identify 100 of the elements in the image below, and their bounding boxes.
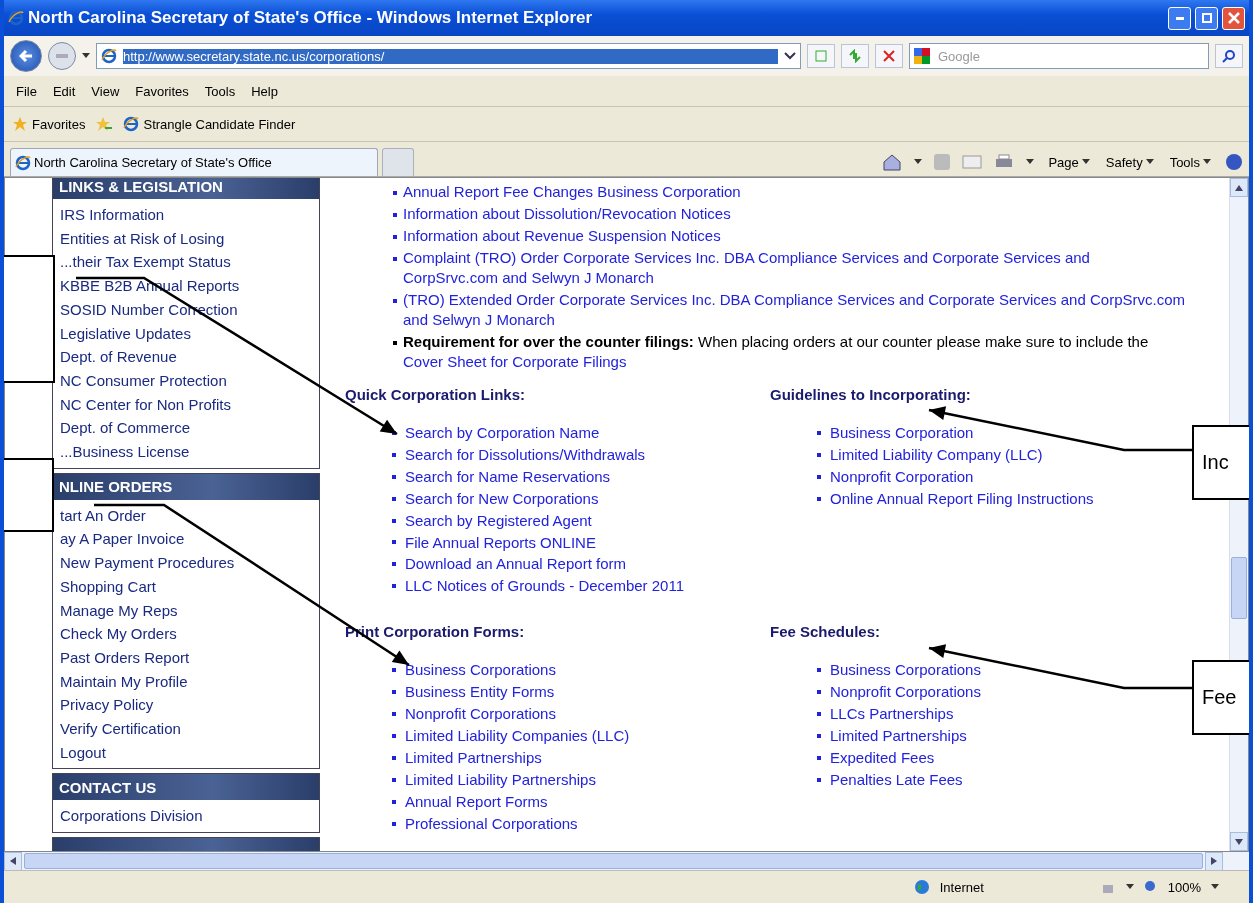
favorite-link[interactable]: Strangle Candidate Finder xyxy=(121,114,298,134)
scroll-left-icon[interactable] xyxy=(10,857,16,865)
menu-item[interactable]: View xyxy=(85,81,126,101)
section-link[interactable]: Download an Annual Report form xyxy=(405,553,626,576)
sidebar-link[interactable]: Entities at Risk of Losing xyxy=(60,226,225,251)
menu-item[interactable]: Help xyxy=(245,81,284,101)
search-field[interactable]: Google xyxy=(909,43,1209,69)
command-menu[interactable]: Page xyxy=(1046,154,1092,170)
back-button[interactable] xyxy=(10,40,42,72)
command-menu[interactable]: Safety xyxy=(1103,154,1156,170)
print-icon[interactable] xyxy=(994,154,1015,170)
search-button[interactable] xyxy=(1215,44,1243,68)
notice-link[interactable]: Information about Revenue Suspension Notices xyxy=(403,226,721,246)
section-link[interactable]: Search for New Corporations xyxy=(405,487,599,510)
sidebar-link[interactable]: tart An Order xyxy=(60,503,146,528)
menu-item[interactable]: Favorites xyxy=(129,81,195,101)
sidebar-link[interactable]: Privacy Policy xyxy=(60,693,154,718)
protected-mode-caret-icon[interactable] xyxy=(1125,884,1134,890)
section-link[interactable]: Business Corporations xyxy=(405,659,556,682)
refresh-button[interactable] xyxy=(841,44,869,68)
section-link[interactable]: Search by Registered Agent xyxy=(405,509,592,532)
bullet-icon xyxy=(392,540,396,545)
sidebar-link[interactable]: Dept. of Commerce xyxy=(60,416,191,441)
browser-tab[interactable]: North Carolina Secretary of State's Office xyxy=(10,148,378,176)
notice-text: Requirement for over the counter filings: When placing orders at our counter please make sure to include the Cover Sheet for Corporate Filings xyxy=(403,332,1150,372)
menu-item[interactable]: File xyxy=(10,81,43,101)
section-link[interactable]: Business Corporation xyxy=(830,422,974,444)
sidebar-link[interactable]: IRS Information xyxy=(60,203,165,227)
horizontal-scrollbar[interactable] xyxy=(4,852,1249,870)
sidebar-link[interactable]: Past Orders Report xyxy=(60,645,190,670)
scroll-up-icon[interactable] xyxy=(1235,184,1243,191)
bullet-icon xyxy=(817,777,821,782)
menu-item[interactable]: Edit xyxy=(46,81,82,101)
close-icon xyxy=(1227,12,1240,24)
section-link[interactable]: Limited Liability Partnerships xyxy=(405,768,596,791)
section-link[interactable]: Penalties Late Fees xyxy=(830,768,963,791)
sidebar-link[interactable]: Verify Certification xyxy=(60,717,181,741)
section-link[interactable]: Expedited Fees xyxy=(830,746,935,769)
sidebar-link[interactable]: NC Center for Non Profits xyxy=(60,392,231,417)
sidebar-link[interactable]: Maintain My Profile xyxy=(60,669,188,694)
sidebar-link[interactable]: New Payment Procedures xyxy=(60,551,235,575)
notice-link[interactable]: Complaint (TRO) Order Corporate Services Inc. DBA Compliance Services and Corporate Services and CorpSrvc.com and Selwyn J Monarch xyxy=(403,248,1189,288)
forward-button[interactable] xyxy=(48,42,76,70)
section-link[interactable]: Nonprofit Corporation xyxy=(830,465,974,488)
section-link[interactable]: Limited Partnerships xyxy=(405,746,542,769)
section-link[interactable]: LLC Notices of Grounds - December 2011 xyxy=(405,575,685,598)
sidebar-link[interactable]: Dept. of Revenue xyxy=(60,345,177,369)
notice-link[interactable]: Annual Report Fee Changes Business Corporation xyxy=(403,182,741,202)
section-link[interactable]: Search for Name Reservations xyxy=(405,465,611,488)
scrollbar-thumb[interactable] xyxy=(1231,557,1247,619)
section-link[interactable]: Business Entity Forms xyxy=(405,681,555,704)
bullet-icon xyxy=(392,777,396,782)
sidebar-link[interactable]: ...their Tax Exempt Status xyxy=(60,250,231,275)
sidebar-link[interactable]: Logout xyxy=(60,740,106,765)
bullet-icon xyxy=(393,213,397,217)
section-link[interactable]: LLCs Partnerships xyxy=(830,703,954,725)
bullet-icon xyxy=(817,474,821,479)
sidebar-link[interactable]: NC Consumer Protection xyxy=(60,368,227,393)
scrollbar-thumb[interactable] xyxy=(24,853,1203,869)
section-link[interactable]: Business Corporations xyxy=(830,659,981,682)
close-button[interactable] xyxy=(1222,6,1245,30)
scroll-right-icon[interactable] xyxy=(1211,857,1217,865)
sidebar-link[interactable]: Check My Orders xyxy=(60,622,177,646)
address-bar[interactable]: http://www.secretary.state.nc.us/corporations/ xyxy=(96,43,801,69)
sidebar-link[interactable]: ...Business License xyxy=(60,440,190,464)
scroll-down-icon[interactable] xyxy=(1235,838,1243,845)
sidebar-link[interactable]: Shopping Cart xyxy=(60,574,156,599)
section-link[interactable]: Online Annual Report Filing Instructions xyxy=(830,487,1094,510)
section-link[interactable]: Search by Corporation Name xyxy=(405,422,600,444)
menu-item[interactable]: Tools xyxy=(198,81,242,101)
print-caret-icon[interactable] xyxy=(1026,159,1035,165)
zoom-level[interactable]: 100% xyxy=(1167,879,1201,895)
minimize-button[interactable] xyxy=(1168,6,1191,30)
sidebar-link[interactable]: Manage My Reps xyxy=(60,598,178,623)
section-link[interactable]: Professional Corporations xyxy=(405,812,578,835)
section-link[interactable]: Search for Dissolutions/Withdrawals xyxy=(405,443,646,466)
favorites-button[interactable]: Favorites xyxy=(10,114,88,134)
section-link[interactable]: Limited Partnerships xyxy=(830,724,967,747)
sidebar-link[interactable]: Legislative Updates xyxy=(60,321,191,346)
zoom-caret-icon[interactable] xyxy=(1211,884,1219,890)
bullet-icon xyxy=(392,690,396,695)
home-caret-icon[interactable] xyxy=(914,159,923,165)
notice-link[interactable]: Information about Dissolution/Revocation Notices xyxy=(403,204,731,224)
sidebar-link[interactable]: Corporations Division xyxy=(60,804,203,829)
section-link[interactable]: Nonprofit Corporations xyxy=(405,703,556,725)
sidebar-link[interactable]: ay A Paper Invoice xyxy=(60,527,185,552)
bullet-icon xyxy=(392,518,396,523)
section-link[interactable]: Limited Liability Companies (LLC) xyxy=(405,724,630,747)
restore-button[interactable] xyxy=(1195,6,1218,30)
notice-link[interactable]: Cover Sheet for Corporate Filings xyxy=(403,353,627,370)
notice-link[interactable]: (TRO) Extended Order Corporate Services Inc. DBA Compliance Services and Corporate Services and CorpSrvc.com and Selwyn J Monarch xyxy=(403,290,1189,330)
section-link[interactable]: File Annual Reports ONLINE xyxy=(405,531,596,554)
section-link[interactable]: Limited Liability Company (LLC) xyxy=(830,443,1043,466)
section-link[interactable]: Annual Report Forms xyxy=(405,790,548,813)
dropdown-caret-icon[interactable] xyxy=(784,52,796,60)
history-caret-icon[interactable] xyxy=(82,53,90,59)
section-link[interactable]: Nonprofit Corporations xyxy=(830,681,981,704)
command-menu[interactable]: Tools xyxy=(1167,154,1213,170)
stop-button[interactable] xyxy=(875,44,903,68)
home-icon[interactable] xyxy=(882,153,903,171)
